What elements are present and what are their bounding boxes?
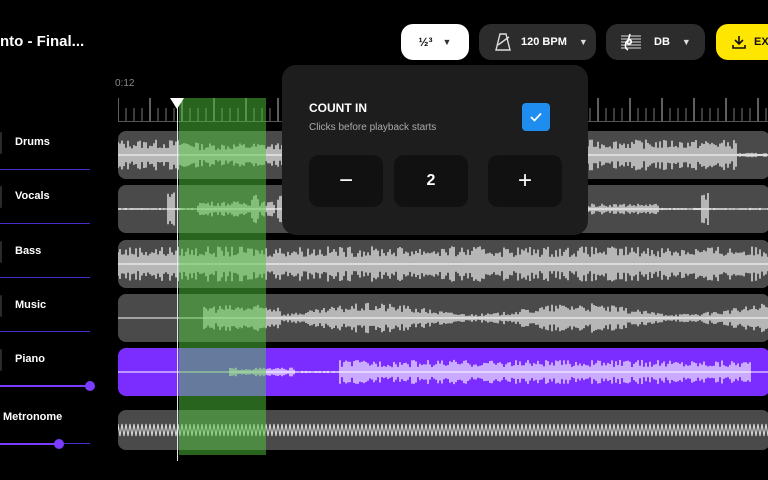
track-handle[interactable] (0, 132, 2, 154)
track-divider (0, 169, 90, 170)
piano-volume-fill (0, 385, 90, 387)
track-label-music: Music (15, 299, 47, 311)
track-divider (0, 223, 90, 224)
popup-title: COUNT IN (309, 101, 367, 115)
key-label: DB (654, 36, 670, 48)
track-label-piano: Piano (15, 353, 45, 365)
count-in-icon: ½³ (418, 35, 433, 49)
export-label: EX (754, 36, 768, 48)
piano-volume-knob[interactable] (85, 381, 95, 391)
project-title: nto - Final... (0, 33, 85, 50)
track-handle[interactable] (0, 295, 2, 317)
music-staff-icon (621, 33, 641, 51)
track-label-drums: Drums (15, 136, 50, 148)
track-divider (0, 277, 90, 278)
track-handle[interactable] (0, 241, 2, 263)
key-button[interactable]: DB ▼ (606, 24, 705, 60)
chevron-down-icon: ▼ (578, 37, 588, 47)
metronome-volume-fill (0, 443, 59, 445)
track-label-bass: Bass (15, 245, 42, 257)
time-label: 0:12 (115, 78, 135, 89)
playhead-handle[interactable] (170, 98, 184, 109)
metronome-icon (495, 33, 511, 51)
check-icon (530, 112, 542, 122)
chevron-down-icon: ▼ (442, 37, 452, 47)
count-in-value: 2 (394, 155, 468, 207)
track-handle[interactable] (0, 349, 2, 371)
count-in-region (179, 98, 266, 455)
track-divider (0, 331, 90, 332)
chevron-down-icon: ▼ (681, 37, 691, 47)
count-in-checkbox[interactable] (522, 103, 550, 131)
metronome-volume-knob[interactable] (54, 439, 64, 449)
popup-subtitle: Clicks before playback starts (309, 122, 437, 133)
download-icon (732, 36, 746, 49)
plus-icon: + (517, 167, 532, 194)
increment-button[interactable]: + (488, 155, 562, 207)
track-label-metronome: Metronome (3, 411, 63, 423)
count-in-button[interactable]: ½³ ▼ (401, 24, 469, 60)
export-button[interactable]: EX (716, 24, 768, 60)
bpm-label: 120 BPM (521, 36, 567, 48)
track-label-vocals: Vocals (15, 190, 50, 202)
count-in-popup: COUNT IN Clicks before playback starts −… (282, 65, 588, 235)
decrement-button[interactable]: − (309, 155, 383, 207)
playhead-line[interactable] (177, 104, 178, 461)
minus-icon: − (338, 167, 353, 194)
bpm-button[interactable]: 120 BPM ▼ (479, 24, 596, 60)
track-handle[interactable] (0, 186, 2, 208)
